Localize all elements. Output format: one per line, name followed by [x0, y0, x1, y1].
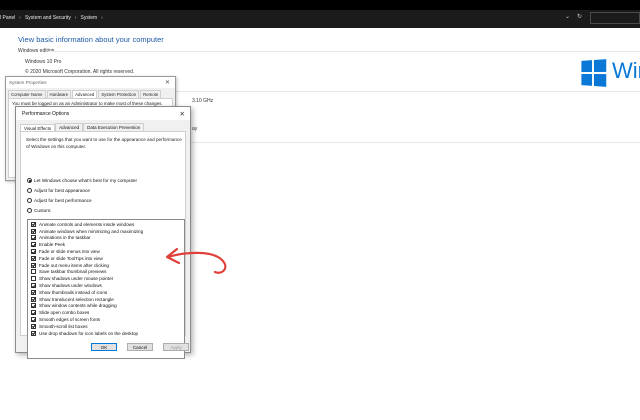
title-strip	[0, 0, 640, 10]
effect-row[interactable]: Show window contents while dragging	[28, 303, 184, 310]
checkbox[interactable]	[31, 269, 36, 275]
radio-let-windows-choose[interactable]: Let Windows choose what's best for my co…	[27, 178, 137, 183]
breadcrumb-separator: ›	[101, 15, 103, 21]
effect-row[interactable]: Smooth-scroll list boxes	[28, 323, 184, 330]
checkbox[interactable]	[31, 283, 36, 289]
checkbox[interactable]	[31, 249, 36, 255]
radio-button[interactable]	[27, 178, 32, 183]
checkbox[interactable]	[31, 235, 36, 241]
radio-button[interactable]	[27, 198, 32, 203]
checkbox[interactable]	[31, 330, 36, 336]
effect-label: Slide open combo boxes	[39, 310, 90, 316]
breadcrumb-separator: ›	[74, 15, 77, 21]
radio-custom[interactable]: Custom:	[27, 208, 51, 213]
effect-label: Smooth-scroll list boxes	[39, 323, 88, 329]
effect-row[interactable]: Smooth edges of screen fonts	[28, 316, 184, 323]
dialog-buttons: OK Cancel Apply	[16, 343, 192, 353]
section-divider	[176, 91, 640, 92]
effect-row[interactable]: Animate controls and elements inside win…	[28, 221, 184, 228]
checkbox[interactable]	[31, 289, 36, 295]
radio-label: Adjust for best performance	[34, 198, 92, 203]
effect-row[interactable]: Show thumbnails instead of icons	[28, 289, 184, 296]
tab-system-protection[interactable]: System Protection	[98, 90, 140, 98]
effect-row[interactable]: Slide open combo boxes	[28, 309, 184, 316]
tab-advanced[interactable]: Advanced	[72, 90, 98, 98]
effect-label: Animate controls and elements inside win…	[39, 221, 135, 227]
effect-label: Show thumbnails instead of icons	[39, 289, 108, 295]
radio-best-performance[interactable]: Adjust for best performance	[27, 198, 92, 203]
effect-label: Show shadows under windows	[39, 283, 102, 289]
checkbox[interactable]	[31, 262, 36, 268]
section-divider	[48, 51, 640, 52]
dialog-titlebar[interactable]: Performance Options ✕	[16, 107, 190, 120]
tab-hardware[interactable]: Hardware	[46, 90, 72, 98]
dialog-title: Performance Options	[22, 110, 70, 117]
effect-label: Save taskbar thumbnail previews	[39, 269, 107, 275]
windows-logo-text: Wir	[612, 58, 640, 83]
tab-strip: Computer Name Hardware Advanced System P…	[6, 88, 175, 98]
address-bar: l Panel › System and Security › System ›…	[0, 0, 640, 28]
checkbox[interactable]	[31, 255, 36, 261]
tab-advanced[interactable]: Advanced	[55, 123, 84, 131]
processor-speed: 3.10 GHz	[192, 98, 214, 104]
apply-button[interactable]: Apply	[163, 343, 189, 351]
effect-label: Animate windows when minimizing and maxi…	[39, 228, 144, 234]
search-input[interactable]	[590, 12, 640, 24]
effect-row[interactable]: Use drop shadows for icon labels on the …	[28, 330, 184, 337]
partial-text: ay	[192, 126, 198, 132]
checkbox[interactable]	[31, 317, 36, 323]
page-title: View basic information about your comput…	[18, 35, 164, 44]
radio-button[interactable]	[27, 188, 32, 193]
tab-computer-name[interactable]: Computer Name	[8, 90, 46, 98]
effect-label: Show window contents while dragging	[39, 303, 117, 309]
checkbox[interactable]	[31, 310, 36, 316]
tab-strip: Visual Effects Advanced Data Execution P…	[16, 120, 190, 132]
checkbox[interactable]	[31, 296, 36, 302]
radio-button[interactable]	[27, 208, 32, 213]
breadcrumb: l Panel › System and Security › System ›	[0, 12, 103, 24]
checkbox[interactable]	[31, 221, 36, 227]
copyright-text: © 2020 Microsoft Corporation. All rights…	[25, 69, 135, 75]
effect-label: Show shadows under mouse pointer	[39, 276, 114, 282]
radio-label: Custom:	[34, 208, 52, 213]
effect-label: Use drop shadows for icon labels on the …	[39, 330, 139, 336]
effect-label: Fade out menu items after clicking	[39, 262, 109, 268]
breadcrumb-system-and-security[interactable]: System and Security	[25, 15, 71, 21]
ok-button[interactable]: OK	[91, 343, 117, 351]
breadcrumb-control-panel[interactable]: l Panel	[0, 15, 15, 21]
breadcrumb-separator: ›	[19, 15, 21, 21]
tab-data-execution-prevention[interactable]: Data Execution Prevention	[83, 123, 145, 131]
checkbox[interactable]	[31, 323, 36, 329]
effect-label: Enable Peek	[39, 242, 66, 248]
dialog-title: System Properties	[9, 80, 47, 85]
tab-remote[interactable]: Remote	[140, 90, 162, 98]
effect-row[interactable]: Show translucent selection rectangle	[28, 296, 184, 303]
close-icon[interactable]: ✕	[165, 79, 170, 86]
checkbox[interactable]	[31, 242, 36, 248]
effect-label: Fade or slide menus into view	[39, 249, 100, 255]
windows-logo-icon	[581, 59, 607, 87]
checkbox[interactable]	[31, 276, 36, 282]
effect-label: Show translucent selection rectangle	[39, 296, 114, 302]
dialog-titlebar[interactable]: System Properties ✕	[6, 77, 175, 88]
radio-label: Adjust for best appearance	[34, 188, 91, 193]
refresh-icon[interactable]: ↻	[577, 13, 582, 20]
history-dropdown-icon[interactable]: ⌄	[565, 13, 570, 20]
effect-label: Animations in the taskbar	[39, 235, 91, 241]
annotation-arrow	[165, 247, 227, 274]
breadcrumb-system[interactable]: System	[81, 15, 98, 21]
close-icon[interactable]: ✕	[180, 110, 185, 118]
checkbox[interactable]	[31, 228, 36, 234]
effect-label: Fade or slide ToolTips into view	[39, 255, 103, 261]
radio-best-appearance[interactable]: Adjust for best appearance	[27, 188, 90, 193]
edition-text: Windows 10 Pro	[25, 59, 62, 65]
effect-row[interactable]: Show shadows under windows	[28, 282, 184, 289]
checkbox[interactable]	[31, 303, 36, 309]
radio-label: Let Windows choose what's best for my co…	[34, 178, 138, 183]
effect-label: Smooth edges of screen fonts	[39, 317, 101, 323]
section-divider	[176, 142, 640, 143]
cancel-button[interactable]: Cancel	[127, 343, 153, 351]
description-text: Select the settings that you want to use…	[26, 137, 182, 149]
